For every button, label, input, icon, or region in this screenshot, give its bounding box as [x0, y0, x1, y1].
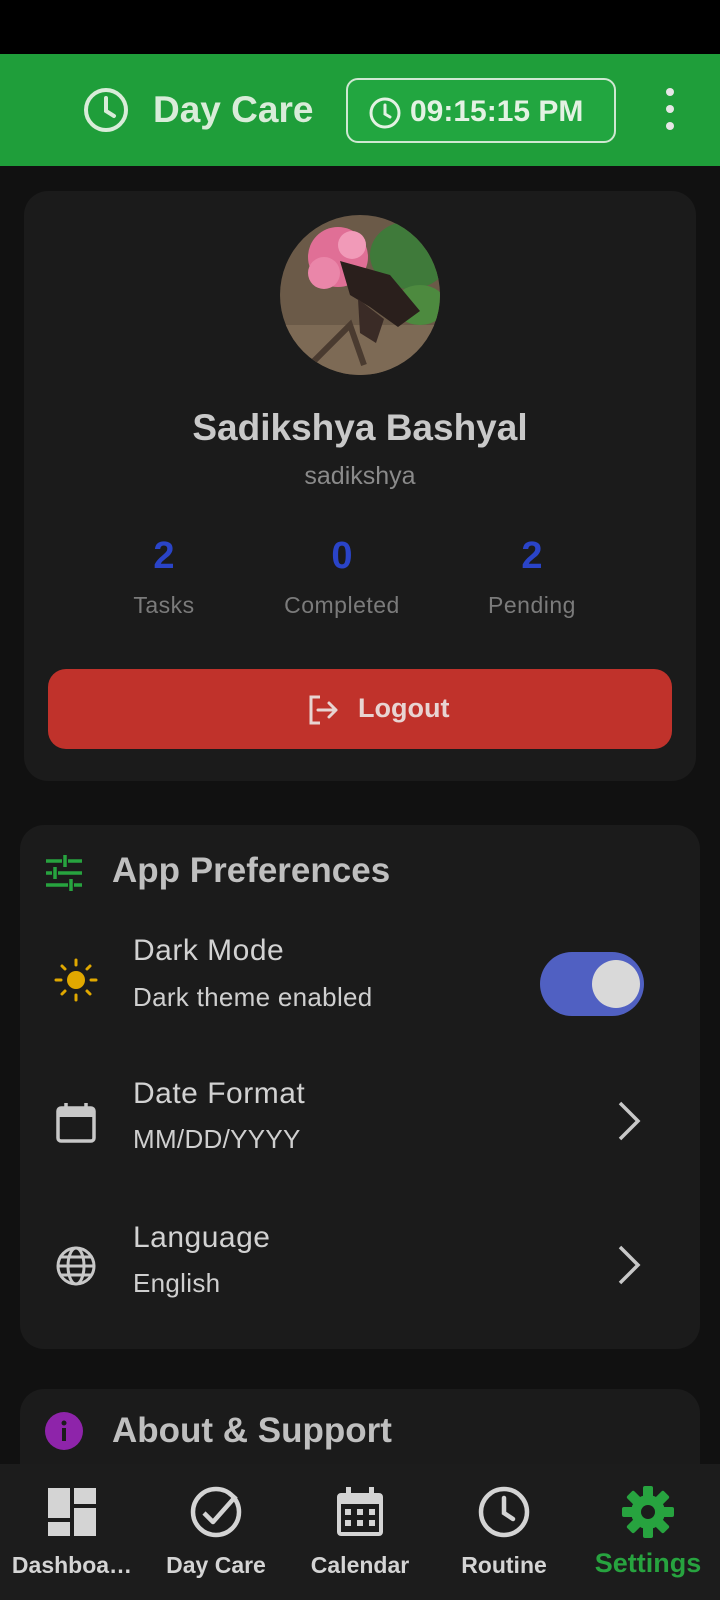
- app-preferences-card: App Preferences Dark Mode Dark theme ena…: [20, 825, 700, 1349]
- stat-value: 2: [521, 535, 543, 577]
- info-icon: [45, 1412, 83, 1450]
- row-subtitle: MM/DD/YYYY: [133, 1124, 301, 1154]
- logout-label: Logout: [358, 693, 450, 723]
- stat-tasks: 2 Tasks: [64, 534, 264, 619]
- calendar-icon: [337, 1487, 383, 1536]
- nav-label: Routine: [461, 1552, 547, 1578]
- chevron-right-icon: [618, 1245, 641, 1285]
- row-title: Dark Mode: [133, 934, 285, 967]
- app-bar: Day Care 09:15:15 PM: [0, 54, 720, 166]
- username: sadikshya: [304, 462, 416, 490]
- date-format-row[interactable]: Date Format MM/DD/YYYY: [20, 1067, 700, 1187]
- current-time: 09:15:15 PM: [410, 95, 584, 128]
- stat-label: Tasks: [133, 592, 195, 618]
- logout-button[interactable]: Logout: [48, 669, 672, 749]
- nav-label: Calendar: [310, 1552, 410, 1578]
- stat-label: Completed: [284, 592, 400, 618]
- dark-mode-toggle[interactable]: [540, 952, 644, 1016]
- clock-icon: [369, 97, 401, 129]
- row-title: Language: [133, 1221, 271, 1254]
- check-circle-icon: [190, 1486, 242, 1538]
- nav-label: Settings: [594, 1548, 702, 1578]
- dashboard-icon: [48, 1488, 96, 1536]
- nav-label: Dashboa…: [11, 1552, 133, 1578]
- language-row[interactable]: Language English: [20, 1211, 700, 1331]
- chevron-right-icon: [618, 1101, 641, 1141]
- nav-calendar[interactable]: Calendar: [288, 1464, 432, 1600]
- stat-value: 2: [153, 535, 175, 577]
- row-subtitle: Dark theme enabled: [133, 982, 373, 1012]
- dark-mode-row[interactable]: Dark Mode Dark theme enabled: [20, 922, 700, 1042]
- globe-icon: [56, 1246, 96, 1286]
- stat-completed: 0 Completed: [242, 534, 442, 619]
- calendar-icon: [56, 1103, 96, 1143]
- logout-icon: [309, 695, 338, 725]
- more-menu-button[interactable]: [658, 84, 682, 134]
- row-title: Date Format: [133, 1077, 306, 1110]
- nav-settings[interactable]: Settings: [576, 1464, 720, 1600]
- nav-day-care[interactable]: Day Care: [144, 1464, 288, 1600]
- section-title: App Preferences: [112, 851, 391, 890]
- stat-value: 0: [331, 535, 353, 577]
- clock-icon: [478, 1486, 530, 1538]
- time-chip: 09:15:15 PM: [346, 78, 616, 143]
- avatar-image: [280, 215, 440, 375]
- toggle-knob: [592, 960, 640, 1008]
- stat-pending: 2 Pending: [432, 534, 632, 619]
- sun-icon: [54, 958, 98, 1002]
- avatar[interactable]: [280, 215, 440, 375]
- tune-icon: [46, 855, 82, 891]
- clock-icon: [84, 88, 128, 132]
- more-vertical-icon: [666, 88, 674, 96]
- profile-card: Sadikshya Bashyal sadikshya 2 Tasks 0 Co…: [24, 191, 696, 781]
- user-name: Sadikshya Bashyal: [192, 407, 528, 448]
- stat-label: Pending: [488, 592, 576, 618]
- row-subtitle: English: [133, 1268, 221, 1298]
- nav-dashboard[interactable]: Dashboa…: [0, 1464, 144, 1600]
- nav-label: Day Care: [166, 1552, 266, 1578]
- bottom-navigation: Dashboa… Day Care Calendar Routine Setti…: [0, 1464, 720, 1600]
- section-title: About & Support: [112, 1411, 392, 1450]
- status-bar: [0, 0, 720, 54]
- nav-routine[interactable]: Routine: [432, 1464, 576, 1600]
- gear-icon: [622, 1486, 674, 1538]
- app-title: Day Care: [153, 89, 314, 130]
